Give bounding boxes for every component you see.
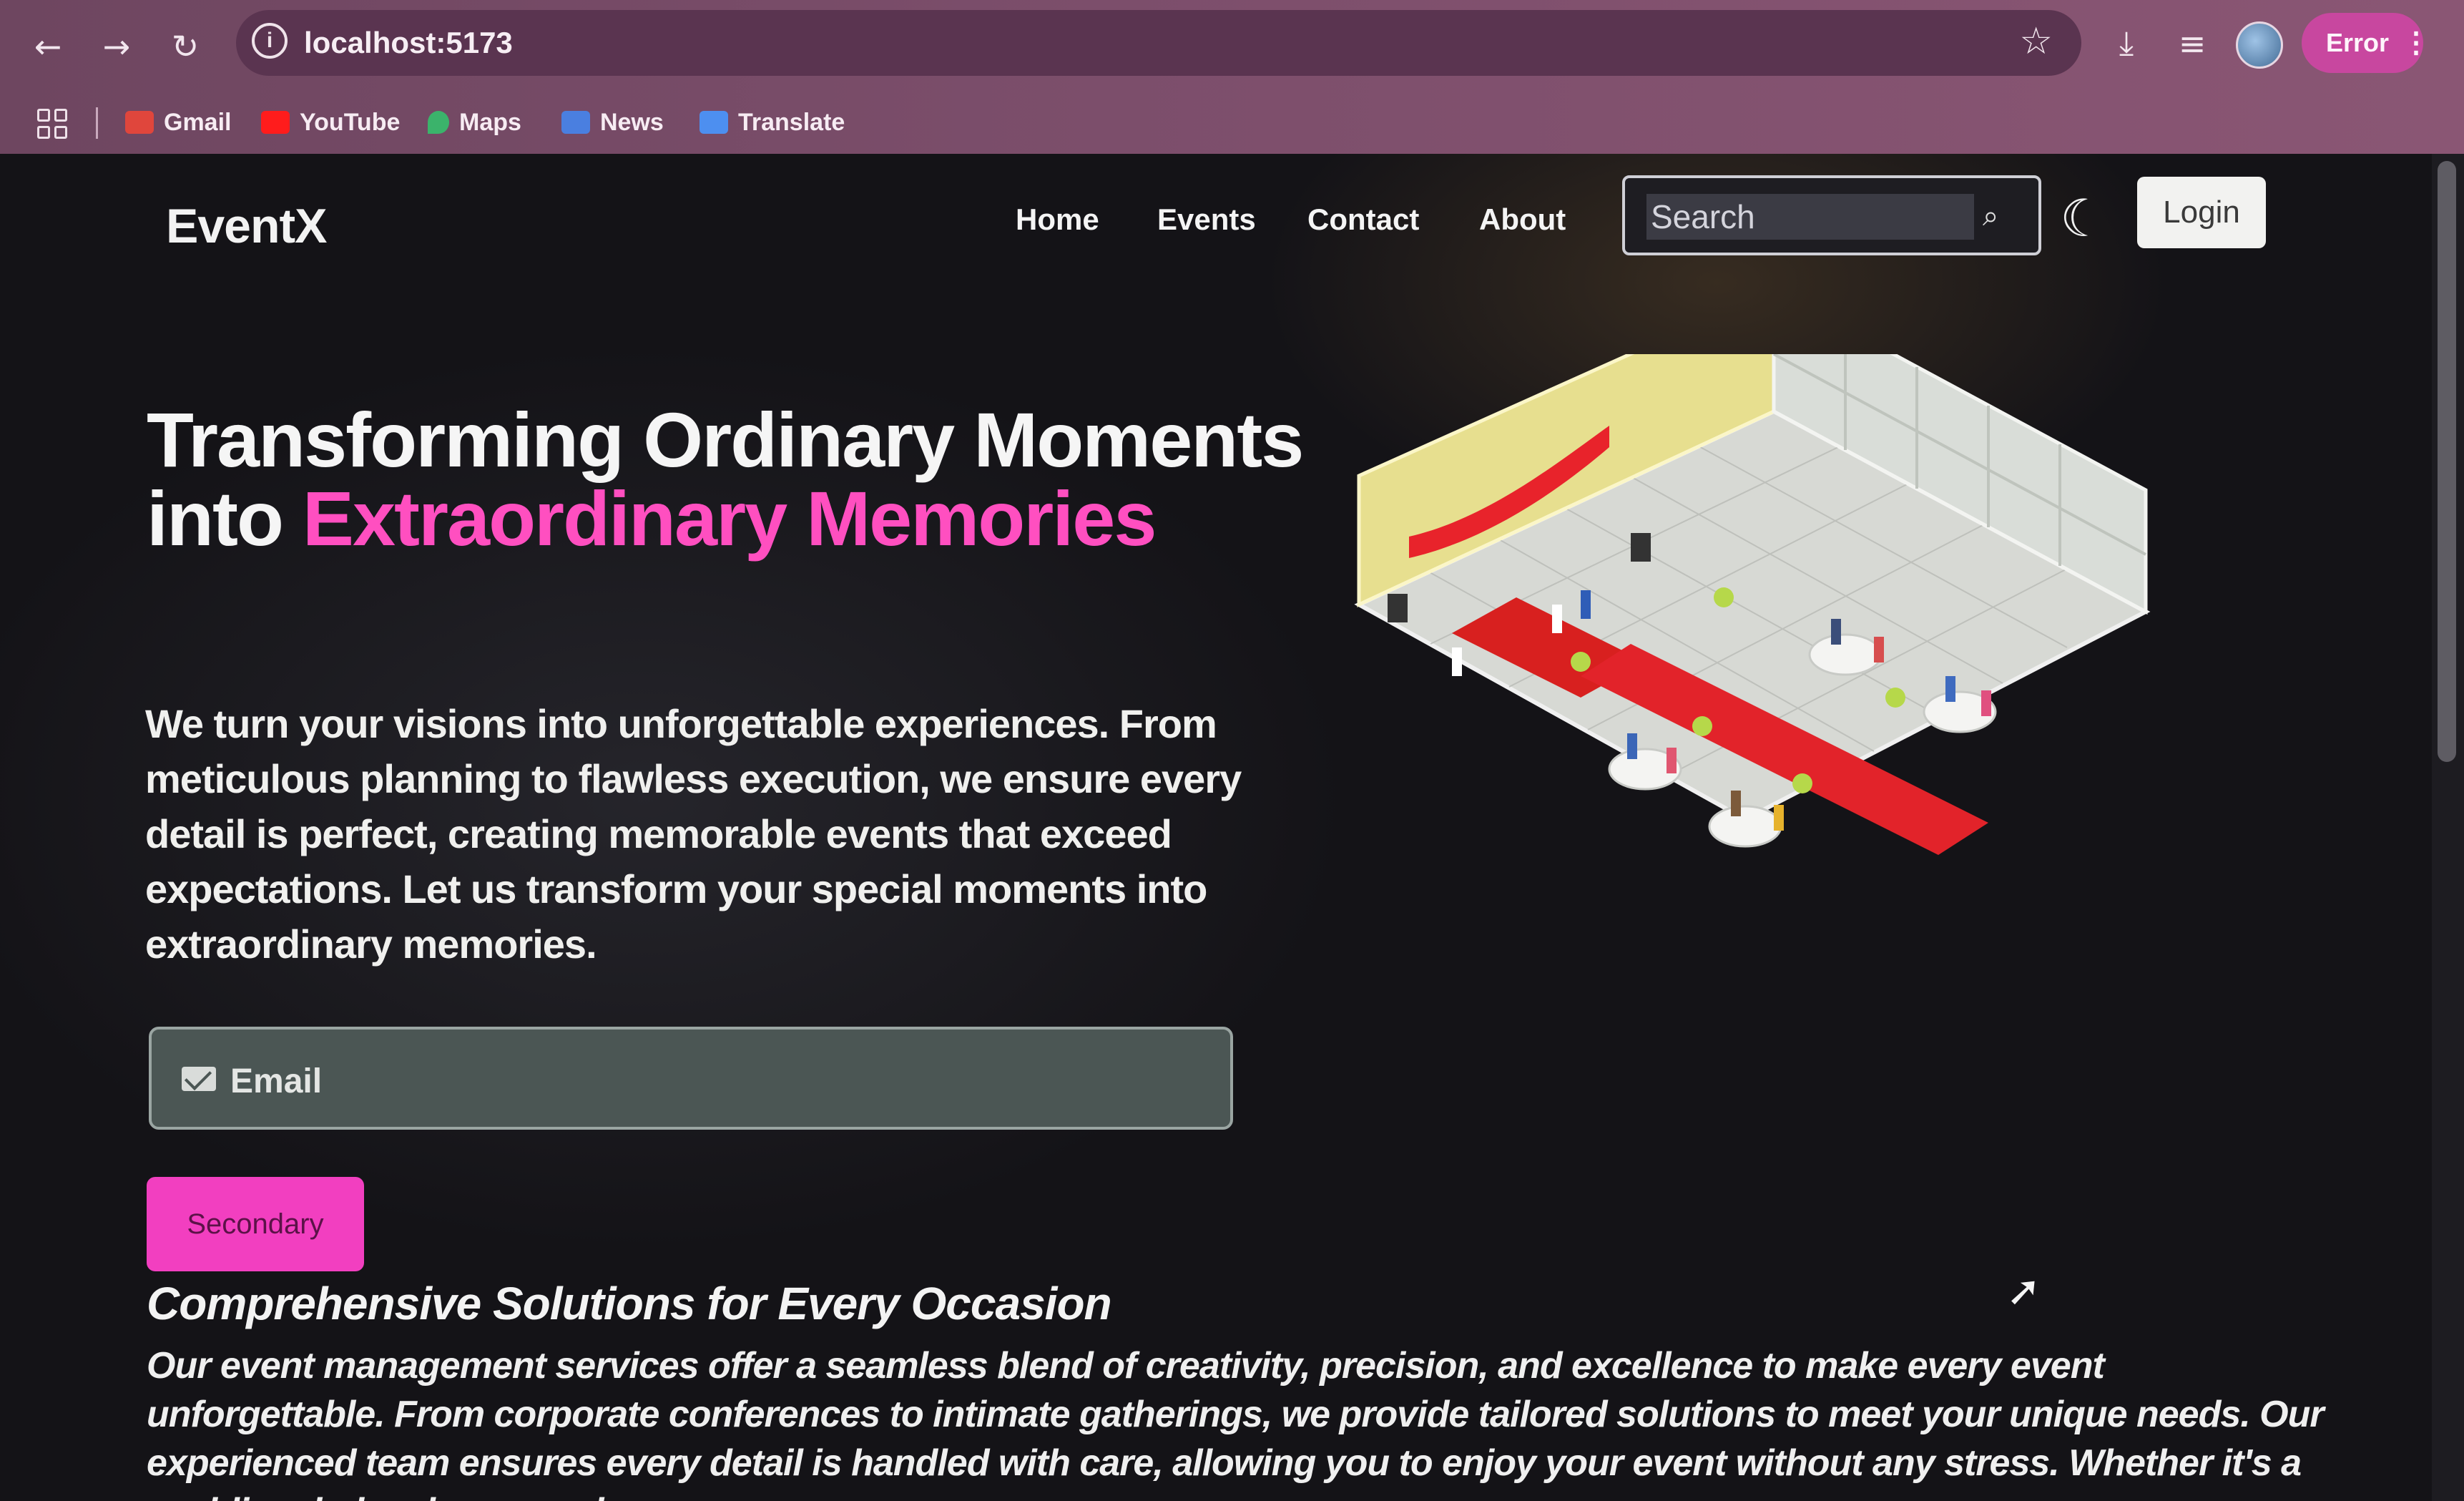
scrollbar-thumb[interactable] <box>2438 161 2456 762</box>
translate-icon <box>700 111 728 134</box>
bookmark-gmail[interactable]: Gmail <box>125 104 231 140</box>
bookmark-label: Translate <box>738 108 845 136</box>
reload-icon[interactable]: ↻ <box>160 21 210 72</box>
profile-avatar[interactable] <box>2236 21 2283 69</box>
back-arrow-icon[interactable]: ← <box>23 21 73 72</box>
search-container: ⌕ <box>1622 175 2041 255</box>
more-menu-icon[interactable]: ⋮ <box>2402 26 2430 59</box>
page-content: EventX Home Events Contact About ⌕ ☾ Log… <box>0 154 2432 1501</box>
nav-link-contact[interactable]: Contact <box>1307 202 1419 237</box>
error-button[interactable]: Error ⋮ <box>2302 13 2430 73</box>
secondary-button[interactable]: Secondary <box>147 1177 364 1271</box>
nav-link-events[interactable]: Events <box>1157 202 1256 237</box>
event-hall-illustration <box>1354 354 2151 855</box>
gmail-icon <box>125 111 154 134</box>
nav-link-about[interactable]: About <box>1479 202 1566 237</box>
bookmark-star-icon[interactable]: ☆ <box>2019 20 2053 63</box>
hero-title-accent: Extraordinary Memories <box>302 475 1157 562</box>
login-button[interactable]: Login <box>2137 177 2266 248</box>
nav-link-home[interactable]: Home <box>1016 202 1099 237</box>
browser-toolbar: ← → ↻ i localhost:5173 ☆ ⤓ ≡ Error ⋮ Gma… <box>0 0 2464 154</box>
search-icon[interactable]: ⌕ <box>1983 200 2017 234</box>
email-input[interactable] <box>229 1057 1162 1105</box>
apps-grid-icon[interactable] <box>37 109 67 139</box>
bookmark-maps[interactable]: Maps <box>428 104 521 140</box>
mouse-cursor-icon: ➚ <box>2006 1266 2041 1315</box>
bookmark-translate[interactable]: Translate <box>700 104 845 140</box>
youtube-icon <box>261 111 290 134</box>
bookmarks-divider <box>96 107 98 139</box>
bookmark-label: News <box>600 108 664 136</box>
media-control-icon[interactable]: ≡ <box>2167 19 2217 69</box>
news-icon <box>561 111 590 134</box>
maps-icon <box>428 111 449 134</box>
bookmarks-bar: Gmail YouTube Maps News Translate <box>0 93 2464 150</box>
bookmark-label: YouTube <box>300 108 401 136</box>
search-input[interactable] <box>1646 194 1974 240</box>
hero-description: We turn your visions into unforgettable … <box>145 701 1242 967</box>
mail-icon <box>182 1067 216 1091</box>
site-logo[interactable]: EventX <box>166 198 328 254</box>
bookmark-label: Gmail <box>164 108 232 136</box>
forward-arrow-icon[interactable]: → <box>92 21 142 72</box>
url-text[interactable]: localhost:5173 <box>304 26 513 60</box>
section-title: Comprehensive Solutions for Every Occasi… <box>147 1278 1112 1329</box>
dark-mode-toggle-icon[interactable]: ☾ <box>2060 190 2117 247</box>
email-field[interactable] <box>149 1027 1233 1130</box>
error-label: Error <box>2326 28 2390 57</box>
section-text: Our event management services offer a se… <box>147 1345 2325 1501</box>
site-info-icon[interactable]: i <box>252 23 288 59</box>
bookmark-youtube[interactable]: YouTube <box>261 104 400 140</box>
bookmark-news[interactable]: News <box>561 104 664 140</box>
download-icon[interactable]: ⤓ <box>2101 19 2151 69</box>
page-scrollbar[interactable] <box>2432 154 2464 1501</box>
bookmark-label: Maps <box>459 108 521 136</box>
hero-title: Transforming Ordinary Moments into Extra… <box>147 401 1363 558</box>
address-bar[interactable]: i localhost:5173 ☆ <box>236 10 2081 76</box>
